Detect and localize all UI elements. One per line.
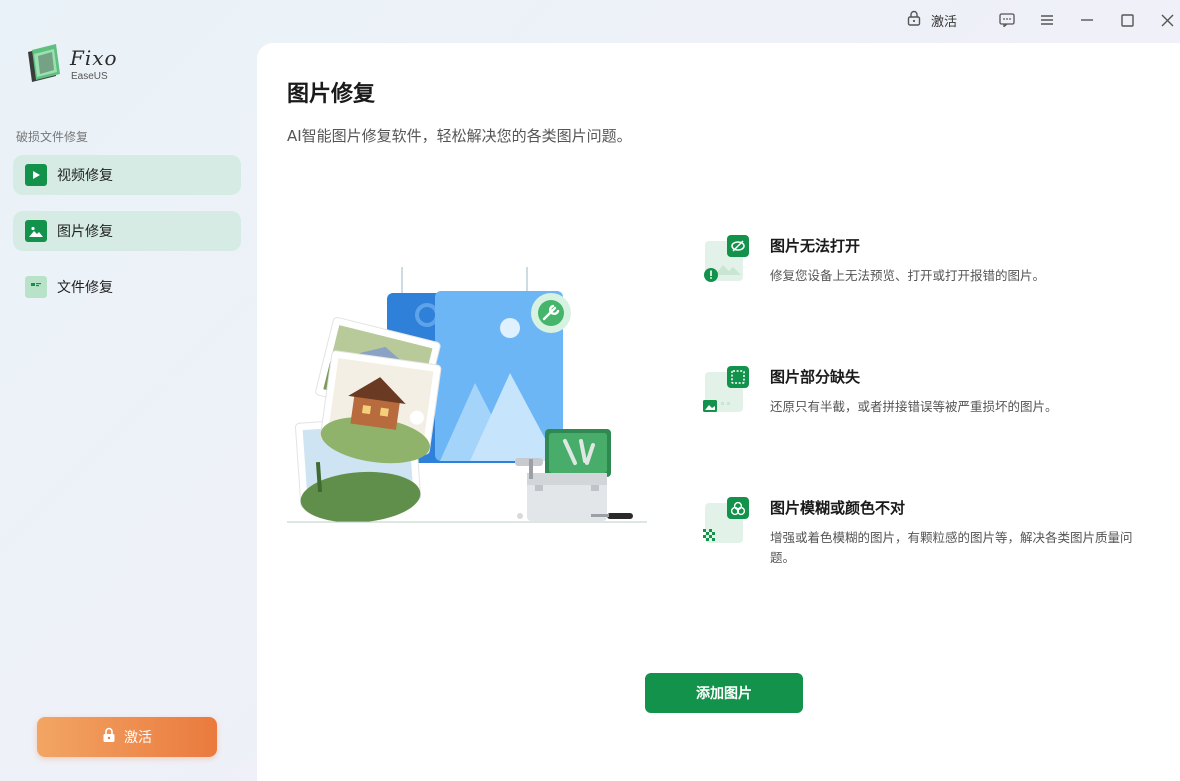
page-title: 图片修复	[287, 82, 376, 107]
sidebar-item-file-repair[interactable]: 文件修复	[13, 267, 241, 307]
sidebar-activate-button[interactable]: 激活	[37, 717, 217, 757]
close-icon[interactable]	[1157, 10, 1177, 30]
feature-description: 增强或着色模糊的图片，有颗粒感的图片等，解决各类图片质量问题。	[770, 530, 1133, 565]
photo-repair-illustration	[285, 263, 650, 523]
sidebar-item-label: 视频修复	[57, 168, 113, 184]
main-panel: 图片修复 AI智能图片修复软件，轻松解决您的各类图片问题。 图片无法打开 修复您…	[257, 43, 1180, 781]
app-logo: Fixo EaseUS	[22, 42, 132, 90]
video-icon	[25, 164, 47, 186]
menu-icon[interactable]	[1037, 10, 1057, 30]
feature-title: 图片模糊或颜色不对	[770, 499, 906, 517]
titlebar-activate-label: 激活	[930, 14, 957, 30]
add-image-button[interactable]: 添加图片	[645, 673, 803, 713]
partial-image-icon	[701, 366, 751, 418]
app-brand: EaseUS	[71, 71, 108, 82]
maximize-icon[interactable]	[1117, 10, 1137, 30]
feature-cannot-open: 图片无法打开 修复您设备上无法预览、打开或打开报错的图片。	[701, 235, 1141, 295]
lock-icon	[907, 10, 921, 30]
page-subtitle: AI智能图片修复软件，轻松解决您的各类图片问题。	[287, 127, 632, 145]
sidebar-item-photo-repair[interactable]: 图片修复	[13, 211, 241, 251]
sidebar: Fixo EaseUS 破损文件修复 视频修复 图片修复 文件修复 激活	[0, 0, 257, 781]
broken-image-icon	[701, 235, 751, 287]
feature-partially-missing: 图片部分缺失 还原只有半截，或者拼接错误等被严重损坏的图片。	[701, 366, 1141, 426]
feature-description: 还原只有半截，或者拼接错误等被严重损坏的图片。	[770, 399, 1058, 414]
titlebar-activate-button[interactable]: 激活	[897, 10, 967, 30]
lock-icon	[102, 727, 116, 747]
app-name: Fixo	[70, 46, 118, 70]
sidebar-activate-label: 激活	[124, 730, 152, 746]
document-icon	[25, 276, 47, 298]
feature-title: 图片无法打开	[770, 237, 861, 255]
feature-title: 图片部分缺失	[770, 368, 861, 386]
feature-description: 修复您设备上无法预览、打开或打开报错的图片。	[770, 268, 1046, 283]
minimize-icon[interactable]	[1077, 10, 1097, 30]
blur-image-icon	[701, 497, 751, 549]
feedback-icon[interactable]	[997, 10, 1017, 30]
sidebar-section-label: 破损文件修复	[16, 130, 89, 144]
sidebar-item-label: 图片修复	[57, 224, 113, 240]
sidebar-item-video-repair[interactable]: 视频修复	[13, 155, 241, 195]
sidebar-item-label: 文件修复	[57, 280, 113, 296]
feature-blurry-or-wrong-color: 图片模糊或颜色不对 增强或着色模糊的图片，有颗粒感的图片等，解决各类图片质量问题…	[701, 497, 1141, 577]
fixo-logo-icon	[28, 44, 60, 82]
image-icon	[25, 220, 47, 242]
